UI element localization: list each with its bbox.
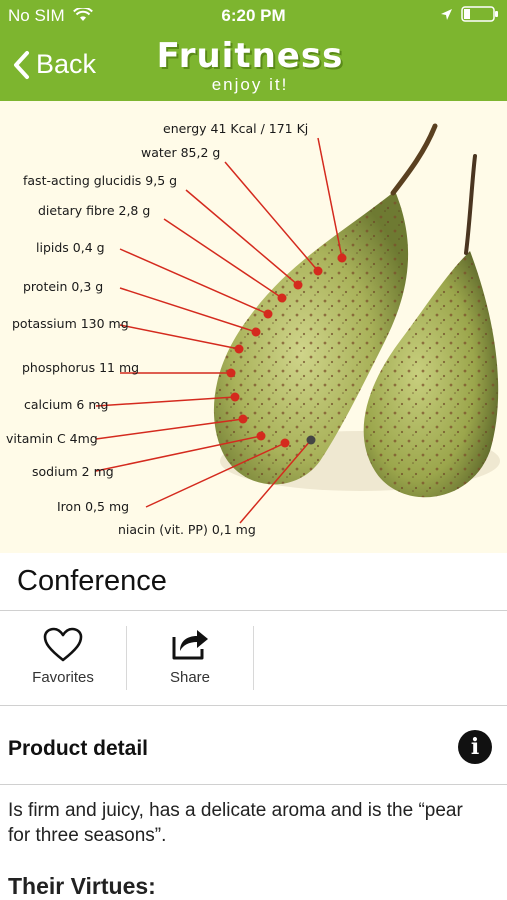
nutrient-label: vitamin C 4mg bbox=[6, 431, 98, 446]
share-label: Share bbox=[169, 669, 211, 686]
share-icon bbox=[172, 630, 208, 660]
leader-dot bbox=[230, 392, 240, 402]
leader-line bbox=[163, 218, 283, 299]
favorites-label: Favorites bbox=[32, 669, 94, 686]
leader-dot bbox=[251, 327, 261, 337]
leader-dot bbox=[263, 309, 273, 319]
info-icon[interactable]: i bbox=[458, 730, 492, 764]
heart-icon bbox=[43, 627, 83, 662]
nutrient-label: protein 0,3 g bbox=[23, 279, 104, 294]
nutrient-label: fast-acting glucidis 9,5 g bbox=[23, 173, 178, 188]
nutrient-label: dietary fibre 2,8 g bbox=[38, 203, 151, 218]
right-pear-stem bbox=[464, 154, 477, 255]
action-bar: Favorites Share bbox=[0, 610, 507, 706]
nutrient-label: niacin (vit. PP) 0,1 mg bbox=[118, 522, 256, 537]
leader-dot bbox=[238, 414, 248, 424]
status-bar: No SIM 6:20 PM bbox=[0, 0, 507, 33]
location-arrow-icon bbox=[441, 8, 452, 20]
leader-dot bbox=[280, 438, 290, 448]
product-title: Conference bbox=[17, 565, 167, 597]
virtues-heading: Their Virtues: bbox=[8, 873, 156, 899]
app-logo: Fruitness enjoy it! bbox=[150, 37, 350, 95]
leader-dot bbox=[234, 344, 244, 354]
back-button[interactable]: Back bbox=[12, 49, 96, 80]
nutrient-label: phosphorus 11 mg bbox=[22, 360, 140, 375]
section-heading: Product detail bbox=[8, 737, 149, 760]
share-button[interactable]: Share bbox=[127, 611, 253, 705]
nutrition-infographic: energy 41 Kcal / 171 Kj water 85,2 g fast-… bbox=[0, 101, 507, 553]
product-description: Is firm and juicy, has a delicate aroma … bbox=[8, 800, 463, 846]
back-label: Back bbox=[36, 49, 97, 79]
status-right bbox=[440, 6, 499, 22]
clock: 6:20 PM bbox=[221, 6, 286, 25]
leader-dot bbox=[226, 368, 236, 378]
chevron-left-icon bbox=[14, 50, 29, 79]
leader-dot bbox=[313, 266, 323, 276]
divider bbox=[253, 626, 254, 690]
leader-dot bbox=[293, 280, 303, 290]
nutrient-label: sodium 2 mg bbox=[32, 464, 114, 479]
nutrient-label: lipids 0,4 g bbox=[36, 240, 105, 255]
leader-dot bbox=[256, 431, 266, 441]
left-pear-stem bbox=[390, 123, 438, 196]
nav-bar: Back Fruitness enjoy it! bbox=[0, 33, 507, 101]
product-detail-header: Product detail i bbox=[0, 716, 507, 785]
leader-dot bbox=[306, 435, 316, 445]
nutrient-label: calcium 6 mg bbox=[24, 397, 109, 412]
favorites-button[interactable]: Favorites bbox=[0, 611, 126, 705]
leader-dot bbox=[337, 253, 347, 263]
battery-icon bbox=[461, 6, 498, 22]
logo-tagline: enjoy it! bbox=[211, 75, 289, 94]
nutrient-label: Iron 0,5 mg bbox=[57, 499, 130, 514]
nutrient-label: energy 41 Kcal / 171 Kj bbox=[163, 121, 309, 136]
leader-line bbox=[119, 248, 269, 315]
leader-dot bbox=[277, 293, 287, 303]
nutrient-label: potassium 130 mg bbox=[12, 316, 129, 331]
leader-line bbox=[119, 324, 240, 350]
leader-line bbox=[224, 161, 319, 272]
logo-text: Fruitness bbox=[156, 36, 344, 76]
nutrient-label: water 85,2 g bbox=[141, 145, 221, 160]
leader-line bbox=[119, 287, 257, 333]
